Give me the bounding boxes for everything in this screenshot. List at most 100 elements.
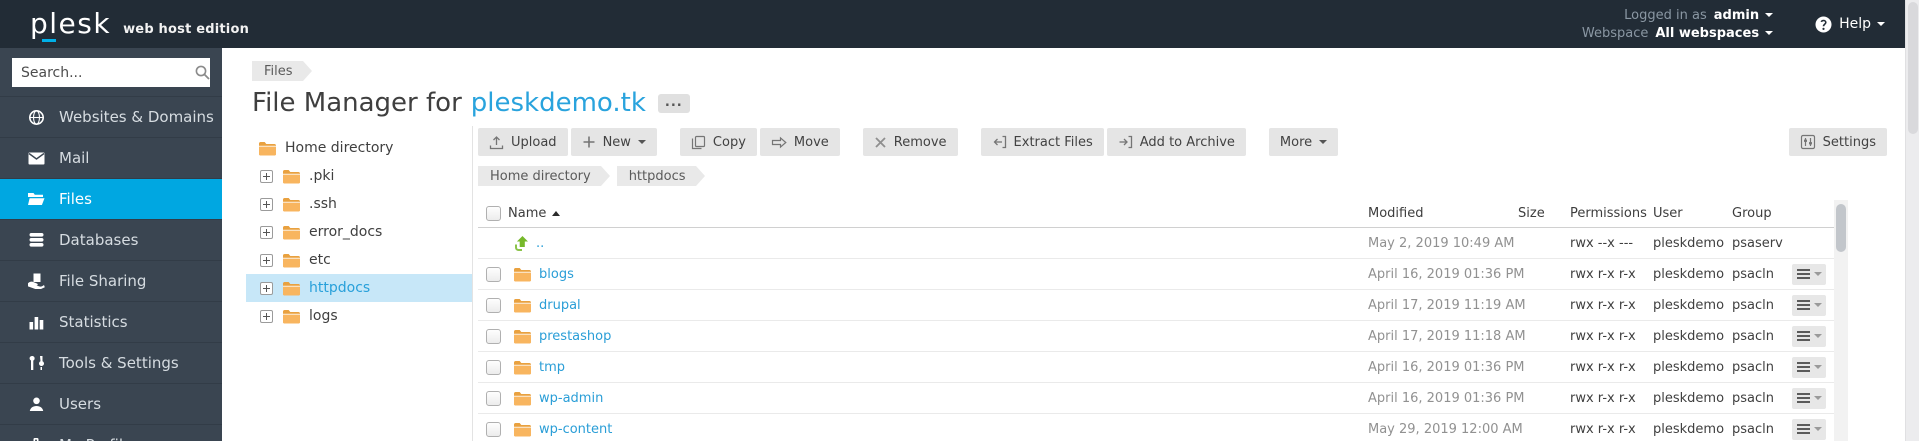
breadcrumb: Files xyxy=(252,61,1919,81)
chevron-down-icon xyxy=(1765,13,1774,17)
expand-plus-icon[interactable] xyxy=(260,309,273,323)
expand-plus-icon[interactable] xyxy=(260,169,273,183)
sidebar-item-label: Files xyxy=(59,190,92,208)
webspace-menu[interactable]: All webspaces xyxy=(1655,26,1774,41)
user-menu[interactable]: admin xyxy=(1714,8,1774,23)
topbar-right: Logged in as admin Webspace All webspace… xyxy=(1582,8,1885,41)
row-checkbox[interactable] xyxy=(486,359,501,375)
path-segment-httpdocs[interactable]: httpdocs xyxy=(616,166,705,186)
hamburger-icon xyxy=(1796,300,1810,310)
table-row-wp-content: wp-content May 29, 2019 12:00 AM rwx r-x… xyxy=(478,414,1834,441)
domain-link[interactable]: pleskdemo.tk xyxy=(471,88,646,118)
settings-button[interactable]: Settings xyxy=(1788,128,1887,156)
help-menu[interactable]: Help xyxy=(1815,16,1885,33)
row-menu-button[interactable] xyxy=(1792,263,1826,285)
sidebar-item-label: File Sharing xyxy=(59,272,147,290)
table-scrollbar-thumb[interactable] xyxy=(1836,204,1846,252)
row-checkbox[interactable] xyxy=(486,328,501,344)
tree-item-ssh[interactable]: .ssh xyxy=(246,190,472,218)
browser-scrollbar-thumb[interactable] xyxy=(1908,2,1918,134)
expand-plus-icon[interactable] xyxy=(260,197,273,211)
file-link[interactable]: wp-admin xyxy=(539,391,603,406)
sidebar-item-users[interactable]: Users xyxy=(0,383,222,424)
tree-item-pki[interactable]: .pki xyxy=(246,162,472,190)
row-checkbox[interactable] xyxy=(486,266,501,282)
sidebar-item-tools-settings[interactable]: Tools & Settings xyxy=(0,342,222,383)
file-link[interactable]: wp-content xyxy=(539,422,612,437)
file-link[interactable]: .. xyxy=(536,236,544,251)
page-head: Files File Manager for pleskdemo.tk ... xyxy=(222,61,1919,118)
cell-modified: May 2, 2019 10:49 AM xyxy=(1368,235,1515,251)
cell-group: psacln xyxy=(1732,359,1774,375)
row-menu-button[interactable] xyxy=(1792,387,1826,409)
extract-files-button[interactable]: Extract Files xyxy=(980,128,1104,156)
sidebar-item-mail[interactable]: Mail xyxy=(0,137,222,178)
copy-button[interactable]: Copy xyxy=(679,128,757,156)
row-checkbox[interactable] xyxy=(486,390,501,406)
folder-icon xyxy=(282,197,301,212)
expand-plus-icon[interactable] xyxy=(260,253,273,267)
breadcrumb-files[interactable]: Files xyxy=(252,61,311,81)
up-level-icon xyxy=(513,235,529,251)
tree-item-error-docs[interactable]: error_docs xyxy=(246,218,472,246)
file-link[interactable]: blogs xyxy=(539,267,574,282)
row-checkbox[interactable] xyxy=(486,297,501,313)
expand-plus-icon[interactable] xyxy=(260,281,273,295)
browser-scrollbar[interactable] xyxy=(1905,0,1919,441)
add-to-archive-button[interactable]: Add to Archive xyxy=(1106,128,1246,156)
folder-icon xyxy=(282,225,301,240)
expand-plus-icon[interactable] xyxy=(260,225,273,239)
new-button[interactable]: New xyxy=(570,128,657,156)
cell-user: pleskdemo xyxy=(1653,390,1725,406)
archive-icon xyxy=(1118,135,1133,149)
chevron-down-icon xyxy=(1765,31,1774,35)
row-menu-button[interactable] xyxy=(1792,418,1826,440)
search-icon[interactable] xyxy=(195,65,210,80)
sidebar-item-websites-domains[interactable]: Websites & Domains xyxy=(0,96,222,137)
column-header-user[interactable]: User xyxy=(1653,206,1732,221)
row-menu-button[interactable] xyxy=(1792,356,1826,378)
file-link[interactable]: prestashop xyxy=(539,329,611,344)
extract-files-label: Extract Files xyxy=(1013,134,1093,150)
file-link[interactable]: drupal xyxy=(539,298,581,313)
file-toolbar: Upload New Copy Move Remove Extract File… xyxy=(478,128,1341,156)
sidebar-item-files[interactable]: Files xyxy=(0,178,222,219)
panel-divider xyxy=(472,126,473,441)
title-more-button[interactable]: ... xyxy=(657,93,690,113)
folder-icon xyxy=(513,391,532,406)
folder-icon xyxy=(282,169,301,184)
row-menu-button[interactable] xyxy=(1792,325,1826,347)
arrow-right-icon xyxy=(771,136,787,149)
tree-item-home-directory[interactable]: Home directory xyxy=(246,134,472,162)
move-button[interactable]: Move xyxy=(759,128,840,156)
more-button[interactable]: More xyxy=(1268,128,1339,156)
file-link[interactable]: tmp xyxy=(539,360,565,375)
path-segment-home-directory[interactable]: Home directory xyxy=(478,166,610,186)
sidebar-item-statistics[interactable]: Statistics xyxy=(0,301,222,342)
sidebar: Websites & Domains Mail Files Databases … xyxy=(0,48,222,441)
sidebar-item-my-profile[interactable]: My Profile xyxy=(0,424,222,441)
remove-button[interactable]: Remove xyxy=(862,128,958,156)
column-header-name[interactable]: Name xyxy=(508,206,1368,221)
chevron-down-icon xyxy=(1813,272,1822,276)
table-row-drupal: drupal April 17, 2019 11:19 AM rwx r-x r… xyxy=(478,290,1834,321)
upload-icon xyxy=(489,135,504,150)
tree-item-httpdocs[interactable]: httpdocs xyxy=(246,274,472,302)
table-scrollbar[interactable] xyxy=(1834,200,1848,441)
plesk-logo[interactable]: plesk web host edition xyxy=(30,10,249,42)
column-header-modified[interactable]: Modified xyxy=(1368,206,1518,221)
upload-button[interactable]: Upload xyxy=(478,128,568,156)
row-checkbox[interactable] xyxy=(486,421,501,437)
sidebar-item-file-sharing[interactable]: File Sharing xyxy=(0,260,222,301)
search-input[interactable] xyxy=(21,64,195,81)
column-header-permissions[interactable]: Permissions xyxy=(1570,206,1653,221)
tree-item-etc[interactable]: etc xyxy=(246,246,472,274)
sidebar-item-databases[interactable]: Databases xyxy=(0,219,222,260)
question-circle-icon xyxy=(1815,16,1832,33)
column-header-size[interactable]: Size xyxy=(1518,206,1570,221)
tree-item-logs[interactable]: logs xyxy=(246,302,472,330)
row-menu-button[interactable] xyxy=(1792,294,1826,316)
folder-icon xyxy=(513,329,532,344)
select-all-checkbox[interactable] xyxy=(486,206,501,221)
column-header-group[interactable]: Group xyxy=(1732,206,1792,221)
